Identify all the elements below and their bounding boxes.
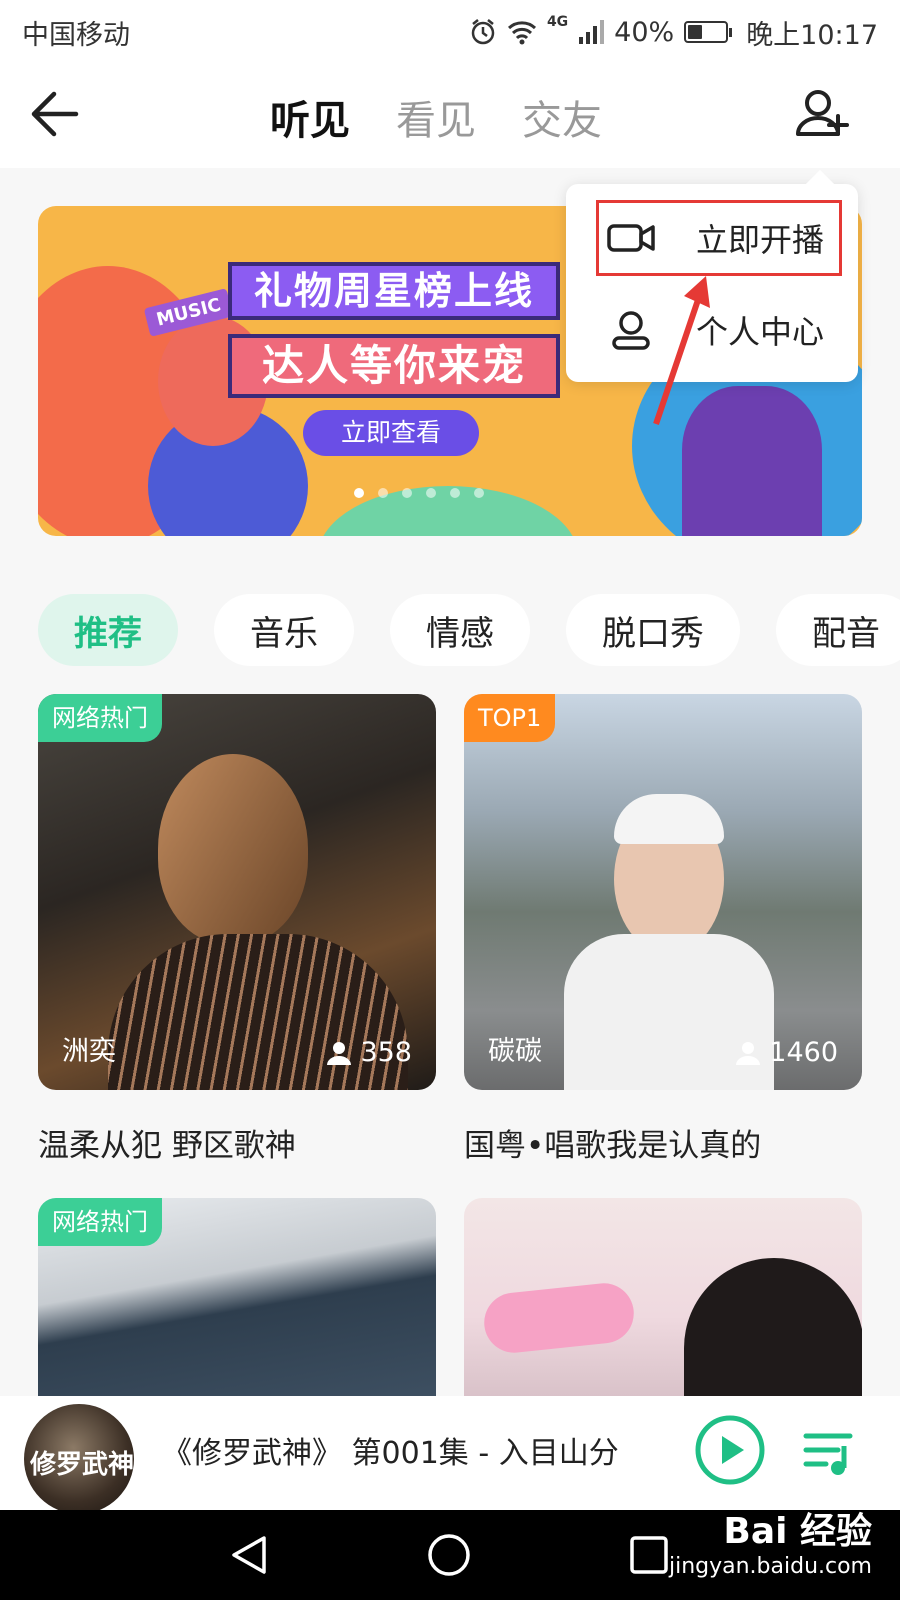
listener-count: 358 — [360, 1037, 412, 1068]
category-chips: 推荐 音乐 情感 脱口秀 配音 — [38, 594, 900, 666]
album-cover-title: 修罗武神 — [30, 1450, 134, 1480]
tab-friends[interactable]: 交友 — [522, 88, 602, 146]
banner-title-line1: 礼物周星榜上线 — [228, 262, 560, 320]
content-card[interactable]: 网络热门 — [38, 1198, 436, 1396]
battery-icon — [684, 21, 733, 43]
status-bar: 中国移动 4G 40% 晚上10:17 — [0, 0, 900, 64]
alarm-icon — [471, 19, 495, 45]
nav-home-icon[interactable] — [426, 1532, 472, 1578]
chip-emotion[interactable]: 情感 — [390, 594, 530, 666]
banner-dot[interactable] — [402, 488, 412, 498]
listener-icon — [736, 1041, 761, 1065]
track-title[interactable]: 《修罗武神》 第001集 - 入目山分 — [162, 1428, 619, 1472]
top-header: 听见 看见 交友 — [0, 64, 900, 168]
card-tag: TOP1 — [464, 694, 556, 742]
back-arrow-icon[interactable] — [26, 86, 82, 142]
carrier-name: 中国移动 — [22, 19, 130, 51]
card-host-name: 碳碳 — [488, 1036, 542, 1067]
wifi-icon — [507, 21, 536, 45]
nav-recents-icon[interactable] — [626, 1532, 672, 1578]
listener-icon — [327, 1041, 352, 1065]
clock: 晚上10:17 — [746, 19, 878, 51]
watermark-url: jingyan.baidu.com — [668, 1554, 872, 1579]
album-cover[interactable]: 修罗武神 — [24, 1404, 134, 1514]
play-icon[interactable] — [694, 1414, 766, 1486]
card-tag: 网络热门 — [38, 1198, 162, 1246]
content-card[interactable]: TOP1 碳碳 1460 — [464, 694, 862, 1090]
highlight-box — [596, 200, 842, 276]
chip-talk-show[interactable]: 脱口秀 — [566, 594, 740, 666]
audio-player-bar[interactable]: 修罗武神 《修罗武神》 第001集 - 入目山分 — [0, 1396, 900, 1514]
content-card[interactable] — [464, 1198, 862, 1396]
banner-dot[interactable] — [474, 488, 484, 498]
tab-listen[interactable]: 听见 — [270, 88, 350, 146]
add-user-icon[interactable] — [794, 86, 852, 144]
card-title[interactable]: 温柔从犯 野区歌神 — [38, 1120, 296, 1165]
watermark-logo-text: Bai 经验 — [723, 1511, 872, 1552]
banner-title-line2: 达人等你来宠 — [228, 334, 560, 398]
playlist-icon[interactable] — [800, 1422, 860, 1482]
nav-back-icon[interactable] — [226, 1532, 272, 1578]
banner-dot[interactable] — [378, 488, 388, 498]
person-silhouette — [158, 754, 308, 944]
banner-dot[interactable] — [354, 488, 364, 498]
listener-count: 1460 — [769, 1037, 838, 1068]
status-icons: 4G 40% 晚上10:17 — [469, 13, 878, 52]
card-host-name: 洲奕 — [62, 1036, 116, 1067]
main-tabs: 听见 看见 交友 — [270, 88, 602, 146]
battery-percent: 40% — [614, 16, 675, 48]
banner-dot[interactable] — [426, 488, 436, 498]
pointer-arrow — [653, 276, 710, 425]
card-title[interactable]: 国粤•唱歌我是认真的 — [464, 1120, 761, 1165]
card-listener-count: 1460 — [735, 1037, 838, 1068]
battery-level — [688, 25, 703, 39]
baidu-watermark: Bai 经验 jingyan.baidu.com — [669, 1502, 872, 1579]
content-card[interactable]: 网络热门 洲奕 358 — [38, 694, 436, 1090]
card-listener-count: 358 — [326, 1037, 412, 1068]
chip-recommended[interactable]: 推荐 — [38, 594, 178, 666]
banner-pagination — [354, 488, 484, 498]
chip-music[interactable]: 音乐 — [214, 594, 354, 666]
tab-watch[interactable]: 看见 — [396, 88, 476, 146]
card-tag: 网络热门 — [38, 694, 162, 742]
chip-dubbing[interactable]: 配音 — [776, 594, 900, 666]
banner-view-button[interactable]: 立即查看 — [303, 410, 479, 456]
signal-icon — [579, 20, 605, 44]
network-type: 4G — [546, 14, 569, 30]
banner-dot[interactable] — [450, 488, 460, 498]
